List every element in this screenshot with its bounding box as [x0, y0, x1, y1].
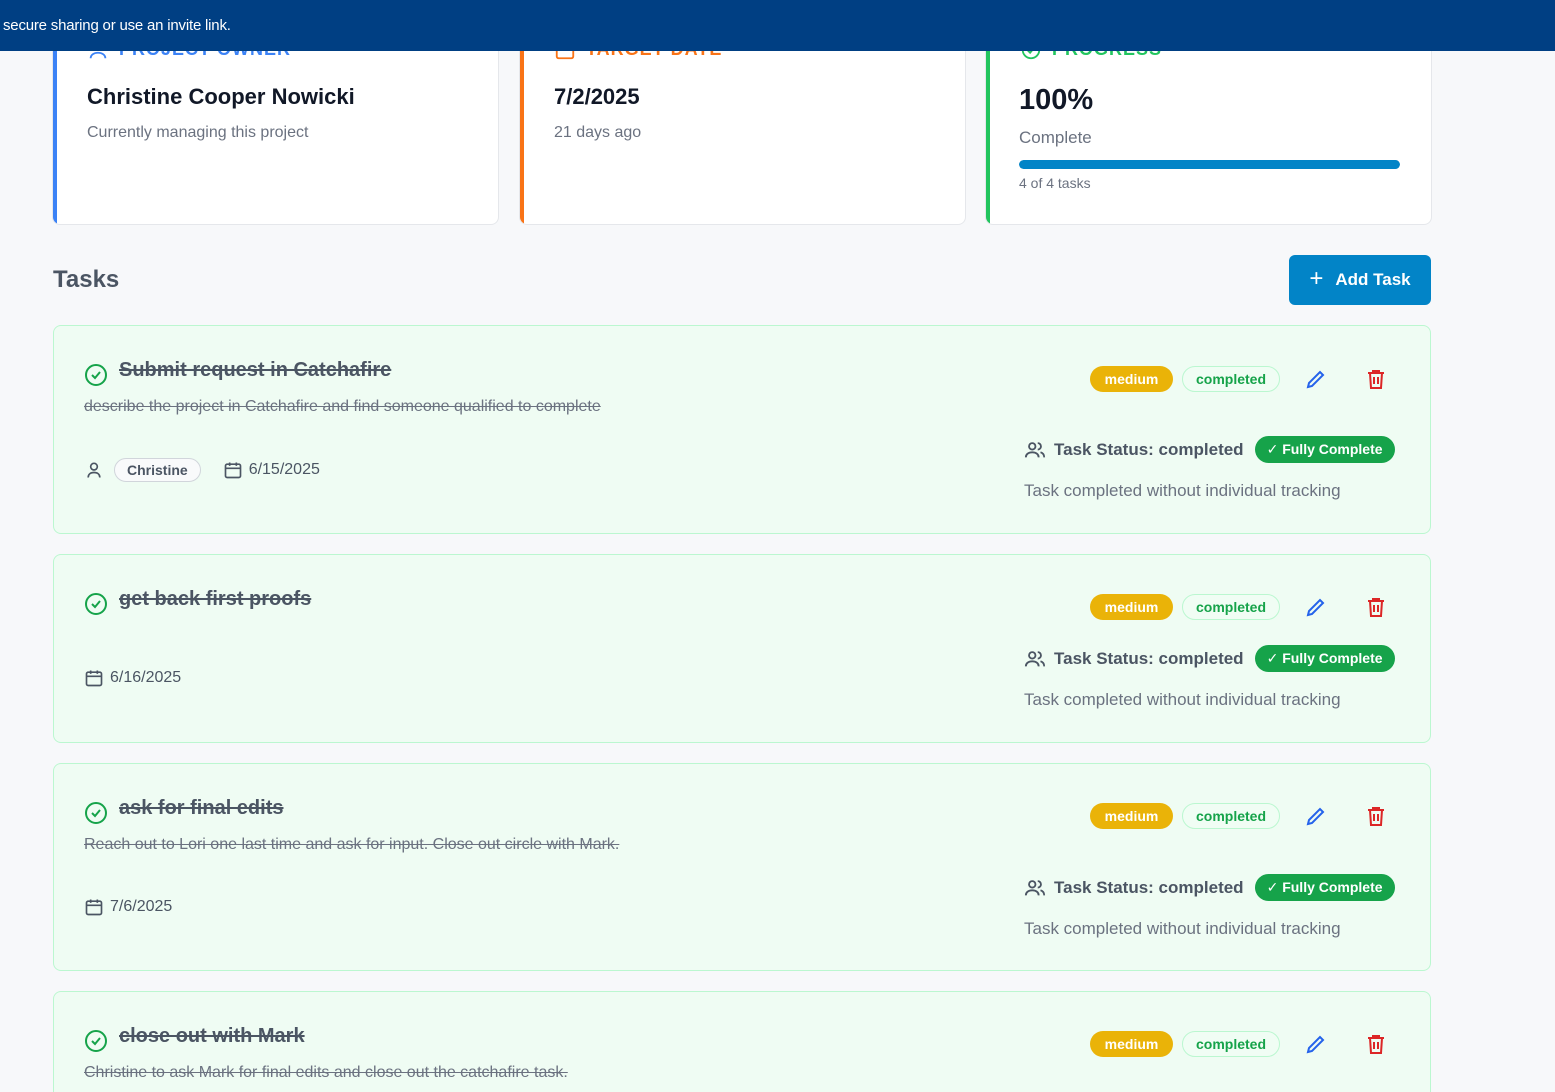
owner-name: Christine Cooper Nowicki	[87, 84, 355, 109]
task-card: get back first proofs 6/16/2025 medium c…	[53, 554, 1431, 743]
status-badge: completed	[1182, 594, 1280, 620]
add-task-label: Add Task	[1335, 270, 1411, 289]
task-title: Submit request in Catchafire	[119, 359, 392, 381]
plus-icon: +	[1309, 265, 1324, 292]
priority-badge: medium	[1090, 803, 1173, 829]
tasks-heading: Tasks	[53, 266, 120, 293]
completed-check-icon[interactable]	[84, 1029, 108, 1053]
users-icon	[1024, 650, 1046, 666]
task-due-date: 6/15/2025	[248, 461, 320, 478]
task-meta: Christine 6/15/2025	[84, 458, 320, 482]
edit-pencil-icon[interactable]	[1304, 804, 1328, 828]
trash-icon[interactable]	[1364, 367, 1388, 391]
task-title: ask for final edits	[119, 797, 284, 819]
tracking-note: Task completed without individual tracki…	[1024, 690, 1341, 709]
target-date-value: 7/2/2025	[554, 84, 640, 109]
completed-check-icon[interactable]	[84, 592, 108, 616]
progress-percent: 100%	[1019, 84, 1094, 116]
calendar-icon	[85, 670, 103, 687]
task-status-text: Task Status: completed	[1054, 648, 1244, 668]
task-card: Submit request in Catchafire describe th…	[53, 325, 1431, 534]
card-accent-bar	[53, 21, 57, 224]
add-task-button[interactable]: + Add Task	[1289, 255, 1431, 305]
task-title: close out with Mark	[119, 1025, 305, 1047]
task-title: get back first proofs	[119, 588, 312, 610]
fully-complete-badge: ✓ Fully Complete	[1254, 436, 1395, 463]
assignee-chip: Christine	[114, 458, 201, 482]
task-card: close out with Mark Christine to ask Mar…	[53, 991, 1431, 1092]
task-status-line: Task Status: completed ✓ Fully Complete	[1024, 436, 1395, 463]
card-accent-bar	[520, 21, 524, 224]
share-info-banner: secure sharing or use an invite link.	[0, 0, 1555, 51]
status-badge: completed	[1182, 803, 1280, 829]
tracking-note: Task completed without individual tracki…	[1024, 481, 1341, 500]
calendar-icon	[224, 462, 242, 479]
task-description: Christine to ask Mark for final edits an…	[84, 1064, 568, 1081]
task-status-line: Task Status: completed ✓ Fully Complete	[1024, 645, 1395, 672]
target-date-relative: 21 days ago	[554, 124, 642, 141]
priority-badge: medium	[1090, 366, 1173, 392]
task-meta: 7/6/2025	[84, 897, 172, 917]
priority-badge: medium	[1090, 1031, 1173, 1057]
task-description: describe the project in Catchafire and f…	[84, 398, 601, 415]
owner-subtitle: Currently managing this project	[87, 124, 309, 141]
task-status-line: Task Status: completed ✓ Fully Complete	[1024, 874, 1395, 901]
status-badge: completed	[1182, 1031, 1280, 1057]
progress-bar-fill	[1019, 160, 1400, 169]
task-status-text: Task Status: completed	[1054, 877, 1244, 897]
task-card: ask for final edits Reach out to Lori on…	[53, 763, 1431, 971]
tracking-note: Task completed without individual tracki…	[1024, 919, 1341, 938]
task-description: Reach out to Lori one last time and ask …	[84, 836, 620, 853]
fully-complete-badge: ✓ Fully Complete	[1254, 645, 1395, 672]
trash-icon[interactable]	[1364, 595, 1388, 619]
trash-icon[interactable]	[1364, 804, 1388, 828]
edit-pencil-icon[interactable]	[1304, 1032, 1328, 1056]
edit-pencil-icon[interactable]	[1304, 595, 1328, 619]
edit-pencil-icon[interactable]	[1304, 367, 1328, 391]
users-icon	[1024, 441, 1046, 457]
calendar-icon	[85, 899, 103, 916]
banner-text: secure sharing or use an invite link.	[3, 17, 231, 34]
completed-check-icon[interactable]	[84, 363, 108, 387]
progress-complete-label: Complete	[1019, 128, 1092, 147]
task-meta: 6/16/2025	[84, 668, 181, 688]
users-icon	[1024, 879, 1046, 895]
priority-badge: medium	[1090, 594, 1173, 620]
trash-icon[interactable]	[1364, 1032, 1388, 1056]
card-accent-bar	[986, 21, 990, 224]
user-icon	[87, 462, 101, 478]
fully-complete-badge: ✓ Fully Complete	[1254, 874, 1395, 901]
task-due-date: 7/6/2025	[110, 898, 173, 915]
completed-check-icon[interactable]	[84, 801, 108, 825]
status-badge: completed	[1182, 366, 1280, 392]
progress-task-count: 4 of 4 tasks	[1019, 175, 1091, 191]
task-due-date: 6/16/2025	[110, 669, 182, 686]
progress-bar	[1019, 160, 1400, 169]
task-status-text: Task Status: completed	[1054, 439, 1244, 459]
